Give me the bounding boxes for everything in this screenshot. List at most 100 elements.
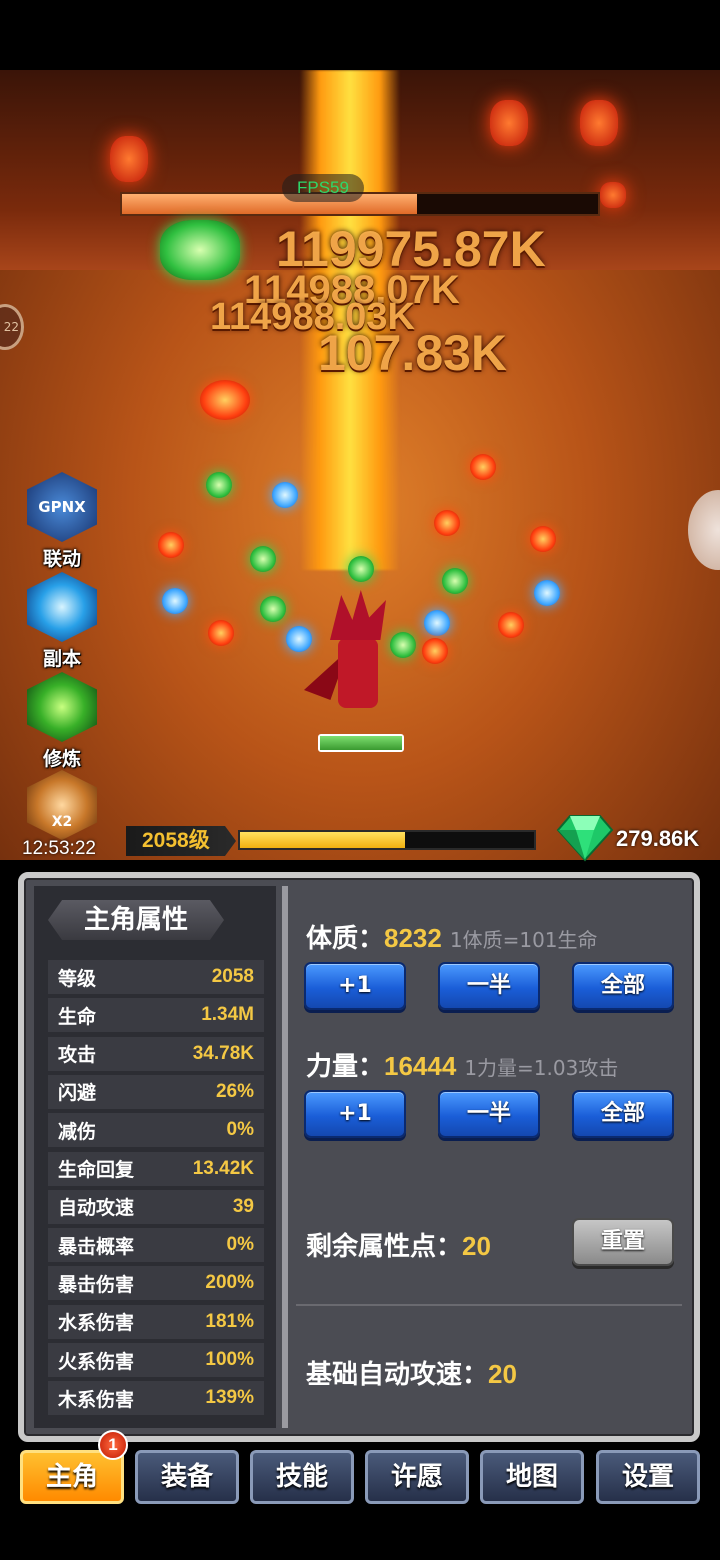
battle-scene: FPS59 119975.87K 114988.07K 114988.03K 1… xyxy=(0,70,720,860)
side-button-dungeon[interactable]: 副本 xyxy=(24,572,100,671)
tab-wish[interactable]: 许愿 xyxy=(365,1450,469,1504)
stat-row: 闪避 26% xyxy=(48,1074,264,1109)
strength-plus-one-button[interactable]: +1 xyxy=(304,1090,406,1138)
stat-label: 生命回复 xyxy=(58,1159,135,1181)
remaining-points-value: 20 xyxy=(462,1231,491,1261)
constitution-value: 8232 xyxy=(384,923,442,953)
fire-orb xyxy=(158,532,184,558)
lantern-decoration xyxy=(600,182,626,208)
fire-orb xyxy=(470,454,496,480)
stat-label: 闪避 xyxy=(58,1082,97,1105)
stat-row: 等级 2058 xyxy=(48,960,264,994)
stat-row: 自动攻速 39 xyxy=(48,1189,264,1224)
stat-value: 100% xyxy=(205,1349,254,1370)
stat-value: 0% xyxy=(226,1119,254,1141)
stat-row: 暴击概率 0% xyxy=(48,1228,264,1263)
side-button-double-reward[interactable]: X2 xyxy=(24,770,100,840)
leaf-orb xyxy=(442,568,468,594)
side-button-label: 联动 xyxy=(42,548,81,570)
stat-row: 火系伤害 100% xyxy=(48,1343,264,1377)
stat-label: 木系伤害 xyxy=(58,1388,135,1411)
stat-value: 13.42K xyxy=(192,1157,254,1179)
constitution-all-button[interactable]: 全部 xyxy=(572,962,674,1010)
tab-skills[interactable]: 技能 xyxy=(250,1450,354,1504)
water-orb xyxy=(272,482,298,508)
strength-value: 16444 xyxy=(384,1051,457,1081)
reset-button[interactable]: 重置 xyxy=(572,1218,674,1266)
stat-label: 暴击概率 xyxy=(58,1235,135,1258)
stat-label: 攻击 xyxy=(58,1044,97,1067)
tab-settings[interactable]: 设置 xyxy=(596,1450,700,1504)
gem-count: 279.86K xyxy=(616,826,700,851)
fps-counter: FPS59 xyxy=(282,174,364,202)
leaf-orb xyxy=(260,596,286,622)
clock: 12:53:22 xyxy=(22,838,96,859)
remaining-points-label: 剩余属性点： xyxy=(306,1232,463,1262)
stat-row: 生命回复 13.42K xyxy=(48,1151,264,1186)
stat-value: 181% xyxy=(205,1310,254,1332)
stat-label: 水系伤害 xyxy=(58,1312,135,1335)
column-divider xyxy=(282,886,288,1428)
fire-orb xyxy=(434,510,460,536)
strength-label: 力量： xyxy=(306,1052,385,1082)
fire-orb xyxy=(208,620,234,646)
stat-label: 自动攻速 xyxy=(58,1197,135,1220)
water-orb xyxy=(424,610,450,636)
gem-icon xyxy=(556,815,614,862)
constitution-line: 体质：8232 1体质=101生命 xyxy=(306,918,598,955)
stat-value: 26% xyxy=(215,1080,254,1102)
stat-label: 等级 xyxy=(58,967,97,990)
constitution-label: 体质： xyxy=(306,924,385,954)
offscreen-enemy-indicator[interactable]: 22 xyxy=(0,304,24,350)
stat-row: 减伤 0% xyxy=(48,1113,264,1148)
gpnx-icon-text: GPNX xyxy=(38,498,86,516)
fire-orb xyxy=(530,526,556,552)
constitution-plus-one-button[interactable]: +1 xyxy=(304,962,406,1010)
base-attack-speed-label: 基础自动攻速： xyxy=(306,1360,489,1390)
tab-equipment[interactable]: 装备 xyxy=(135,1450,239,1504)
stat-row: 水系伤害 181% xyxy=(48,1304,264,1339)
swirl-icon xyxy=(27,672,97,742)
stat-label: 暴击伤害 xyxy=(58,1273,135,1296)
stat-value: 200% xyxy=(205,1272,254,1294)
remaining-points-line: 剩余属性点：20 xyxy=(306,1226,491,1263)
hero-health-bar xyxy=(318,734,404,752)
fire-orb xyxy=(422,638,448,664)
section-divider xyxy=(296,1304,682,1306)
stat-value: 39 xyxy=(232,1195,254,1217)
water-orb xyxy=(162,588,188,614)
fire-orb xyxy=(200,380,250,420)
lantern-decoration xyxy=(490,100,528,146)
panel-title: 主角属性 xyxy=(48,900,224,940)
stat-value: 0% xyxy=(226,1234,254,1256)
stat-label: 火系伤害 xyxy=(58,1350,135,1373)
loot-bag-icon: X2 xyxy=(27,770,97,840)
strength-hint: 1力量=1.03攻击 xyxy=(464,1056,619,1080)
leaf-orb xyxy=(206,472,232,498)
xp-bar xyxy=(238,830,536,850)
side-button-linkage[interactable]: GPNX 联动 xyxy=(24,472,100,571)
stat-label: 减伤 xyxy=(58,1120,97,1143)
stat-row: 生命 1.34M xyxy=(48,998,264,1033)
strength-all-button[interactable]: 全部 xyxy=(572,1090,674,1138)
offscreen-item-indicator[interactable] xyxy=(688,490,720,570)
leaf-orb xyxy=(348,556,374,582)
constitution-hint: 1体质=101生命 xyxy=(449,928,598,952)
leaf-orb xyxy=(250,546,276,572)
gpnx-icon: GPNX xyxy=(27,472,97,542)
stat-value: 2058 xyxy=(211,966,254,987)
vortex-icon xyxy=(27,572,97,642)
water-orb xyxy=(286,626,312,652)
stat-row: 暴击伤害 200% xyxy=(48,1266,264,1301)
stat-label: 生命 xyxy=(58,1005,97,1028)
strength-half-button[interactable]: 一半 xyxy=(438,1090,540,1138)
strength-line: 力量：16444 1力量=1.03攻击 xyxy=(306,1046,618,1083)
damage-number: 107.83K xyxy=(318,325,508,381)
lantern-decoration xyxy=(110,136,148,182)
player-level: 2058级 xyxy=(126,826,236,856)
side-button-cultivate[interactable]: 修炼 xyxy=(24,672,100,771)
stat-value: 34.78K xyxy=(192,1042,254,1064)
constitution-half-button[interactable]: 一半 xyxy=(438,962,540,1010)
tab-map[interactable]: 地图 xyxy=(480,1450,584,1504)
water-orb xyxy=(534,580,560,606)
